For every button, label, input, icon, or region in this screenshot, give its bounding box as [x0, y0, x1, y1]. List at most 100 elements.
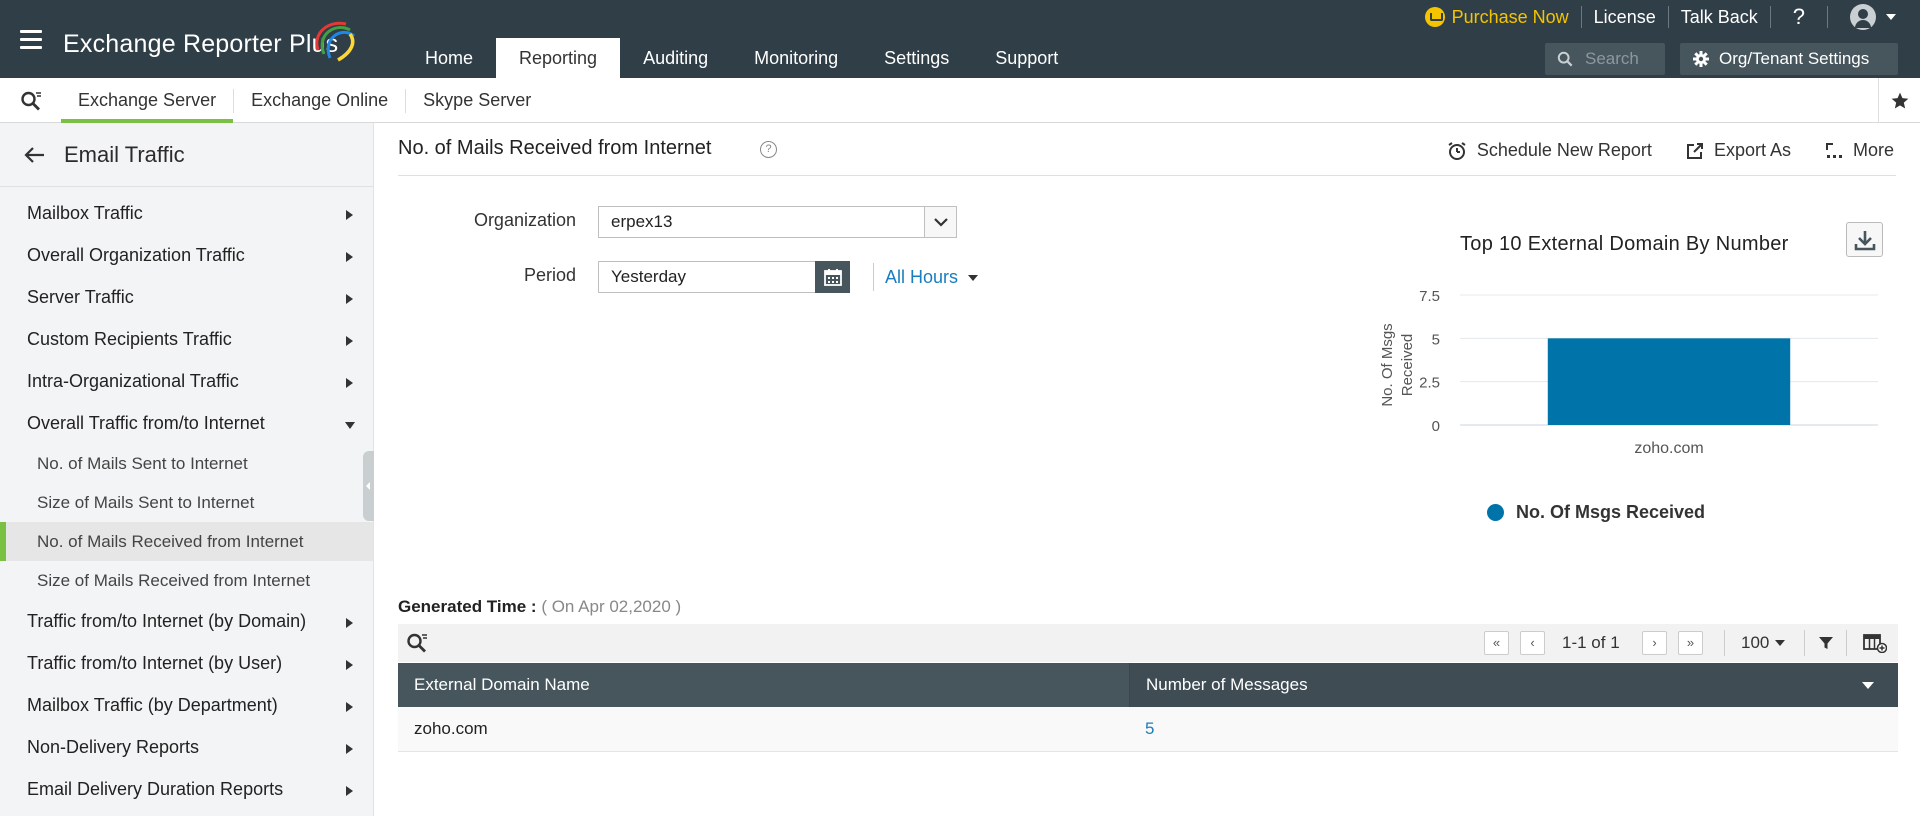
tab-skype-server[interactable]: Skype Server [406, 78, 548, 123]
help-icon[interactable]: ? [760, 141, 777, 158]
cell-number-of-messages-link[interactable]: 5 [1129, 707, 1154, 751]
column-header-external-domain[interactable]: External Domain Name [398, 663, 1129, 707]
report-search-icon[interactable] [20, 90, 42, 112]
chevron-right-icon [346, 210, 353, 220]
organization-dropdown-button[interactable] [924, 207, 956, 237]
chevron-right-icon [346, 294, 353, 304]
nav-tab-support[interactable]: Support [972, 38, 1081, 78]
sidebar-item-traffic-by-user[interactable]: Traffic from/to Internet (by User) [0, 642, 373, 684]
sidebar-item-custom-recipients-traffic[interactable]: Custom Recipients Traffic [0, 318, 373, 360]
sidebar-item-label: Non-Delivery Reports [27, 737, 200, 757]
talk-back-link[interactable]: Talk Back [1681, 7, 1758, 28]
product-tab-bar: Exchange Server Exchange Online Skype Se… [0, 78, 1920, 123]
nav-tab-reporting[interactable]: Reporting [496, 38, 621, 78]
bar-chart: 0 2.5 5 7.5 No. Of Msgs Received zoho.com [1379, 288, 1878, 457]
divider [1769, 6, 1771, 28]
column-header-number-of-messages[interactable]: Number of Messages [1129, 663, 1898, 707]
organization-label: Organization [473, 210, 576, 230]
chevron-down-icon[interactable] [1886, 14, 1896, 20]
sidebar-item-overall-organization-traffic[interactable]: Overall Organization Traffic [0, 234, 373, 276]
sidebar-item-label: Intra-Organizational Traffic [27, 371, 239, 391]
table-header: External Domain Name Number of Messages [398, 663, 1898, 707]
gear-icon [1693, 51, 1709, 67]
purchase-now-label: Purchase Now [1451, 6, 1569, 27]
chart-download-button[interactable] [1846, 222, 1883, 257]
divider [1667, 6, 1669, 28]
last-page-button[interactable]: » [1678, 631, 1703, 655]
nav-tab-auditing[interactable]: Auditing [620, 38, 731, 78]
caret-down-icon [968, 274, 979, 281]
download-icon [1854, 230, 1875, 250]
divider [873, 263, 874, 291]
sidebar-item-mailbox-traffic-by-department[interactable]: Mailbox Traffic (by Department) [0, 684, 373, 726]
chevron-right-icon [346, 252, 353, 262]
y-tick-label: 2.5 [1419, 375, 1440, 392]
user-avatar-icon[interactable] [1850, 4, 1876, 30]
sidebar-title: Email Traffic [64, 141, 185, 167]
next-page-button[interactable]: › [1642, 631, 1667, 655]
schedule-new-report-button[interactable]: Schedule New Report [1447, 140, 1652, 161]
sidebar-item-mailbox-traffic[interactable]: Mailbox Traffic [0, 192, 373, 234]
sidebar-item-traffic-by-domain[interactable]: Traffic from/to Internet (by Domain) [0, 600, 373, 642]
chart-legend[interactable]: No. Of Msgs Received [1487, 502, 1705, 523]
divider [1846, 630, 1847, 656]
add-column-icon[interactable] [1863, 633, 1887, 653]
sidebar-item-non-delivery-reports[interactable]: Non-Delivery Reports [0, 726, 373, 768]
filter-icon[interactable] [1818, 635, 1834, 651]
more-button[interactable]: More [1825, 140, 1894, 161]
x-tick-label: zoho.com [1634, 440, 1703, 457]
cart-icon [1424, 7, 1445, 27]
page-size-select[interactable]: 100 [1741, 633, 1786, 653]
purchase-now-link[interactable]: Purchase Now [1424, 6, 1569, 28]
tab-exchange-server[interactable]: Exchange Server [61, 78, 234, 123]
back-arrow-icon[interactable] [24, 146, 46, 164]
sidebar-subitem-mails-sent-size[interactable]: Size of Mails Sent to Internet [0, 483, 373, 522]
license-link[interactable]: License [1594, 7, 1656, 28]
star-icon [1891, 92, 1908, 108]
org-tenant-settings-button[interactable]: Org/Tenant Settings [1680, 43, 1898, 75]
calendar-button[interactable] [815, 261, 850, 293]
sidebar-subitem-mails-received-count[interactable]: No. of Mails Received from Internet [0, 522, 373, 561]
alarm-clock-icon [1448, 141, 1466, 160]
sidebar-item-label: Overall Traffic from/to Internet [27, 413, 265, 433]
caret-down-icon[interactable] [1862, 682, 1874, 689]
sidebar-subitem-mails-received-size[interactable]: Size of Mails Received from Internet [0, 561, 373, 600]
cell-external-domain: zoho.com [414, 719, 488, 738]
export-as-button[interactable]: Export As [1686, 140, 1791, 161]
chevron-right-icon [346, 786, 353, 796]
all-hours-dropdown[interactable]: All Hours [885, 267, 979, 288]
nav-tab-settings[interactable]: Settings [861, 38, 972, 78]
sidebar-item-server-traffic[interactable]: Server Traffic [0, 276, 373, 318]
report-actions: Schedule New Report Export As More [1447, 140, 1894, 161]
top-links: Purchase Now License Talk Back ? [1424, 0, 1896, 34]
table-search-icon[interactable] [406, 632, 428, 654]
tab-exchange-online[interactable]: Exchange Online [234, 78, 405, 123]
y-tick-label: 7.5 [1419, 288, 1440, 305]
sidebar-subitem-mails-sent-count[interactable]: No. of Mails Sent to Internet [0, 444, 373, 483]
sidebar-item-overall-traffic-internet[interactable]: Overall Traffic from/to Internet [0, 402, 373, 444]
generated-time-label: Generated Time : [398, 597, 537, 616]
divider [1827, 6, 1828, 28]
generated-time: Generated Time : ( On Apr 02,2020 ) [398, 597, 681, 617]
sidebar-item-label: Email Delivery Duration Reports [27, 779, 284, 799]
sidebar-collapse-handle[interactable] [363, 451, 374, 521]
chevron-down-icon [345, 422, 355, 429]
chevron-right-icon [346, 378, 353, 388]
organization-select[interactable]: erpex13 [598, 206, 957, 238]
first-page-button[interactable]: « [1484, 631, 1509, 655]
nav-tab-home[interactable]: Home [402, 38, 496, 78]
period-field[interactable]: Yesterday [598, 261, 816, 293]
table-row: zoho.com 5 [398, 707, 1898, 752]
logo-swirl-icon [315, 21, 355, 62]
prev-page-button[interactable]: ‹ [1520, 631, 1545, 655]
export-as-label: Export As [1713, 140, 1791, 160]
favorites-button[interactable] [1878, 78, 1920, 123]
hamburger-menu-icon[interactable] [20, 30, 42, 50]
help-icon[interactable]: ? [1783, 4, 1815, 30]
search-input[interactable] [1585, 49, 1665, 69]
sidebar-item-email-delivery-duration[interactable]: Email Delivery Duration Reports [0, 768, 373, 810]
global-search[interactable] [1545, 43, 1665, 75]
sidebar-item-intra-organizational-traffic[interactable]: Intra-Organizational Traffic [0, 360, 373, 402]
table-toolbar: « ‹ 1-1 of 1 › » 100 [398, 624, 1898, 662]
nav-tab-monitoring[interactable]: Monitoring [731, 38, 861, 78]
